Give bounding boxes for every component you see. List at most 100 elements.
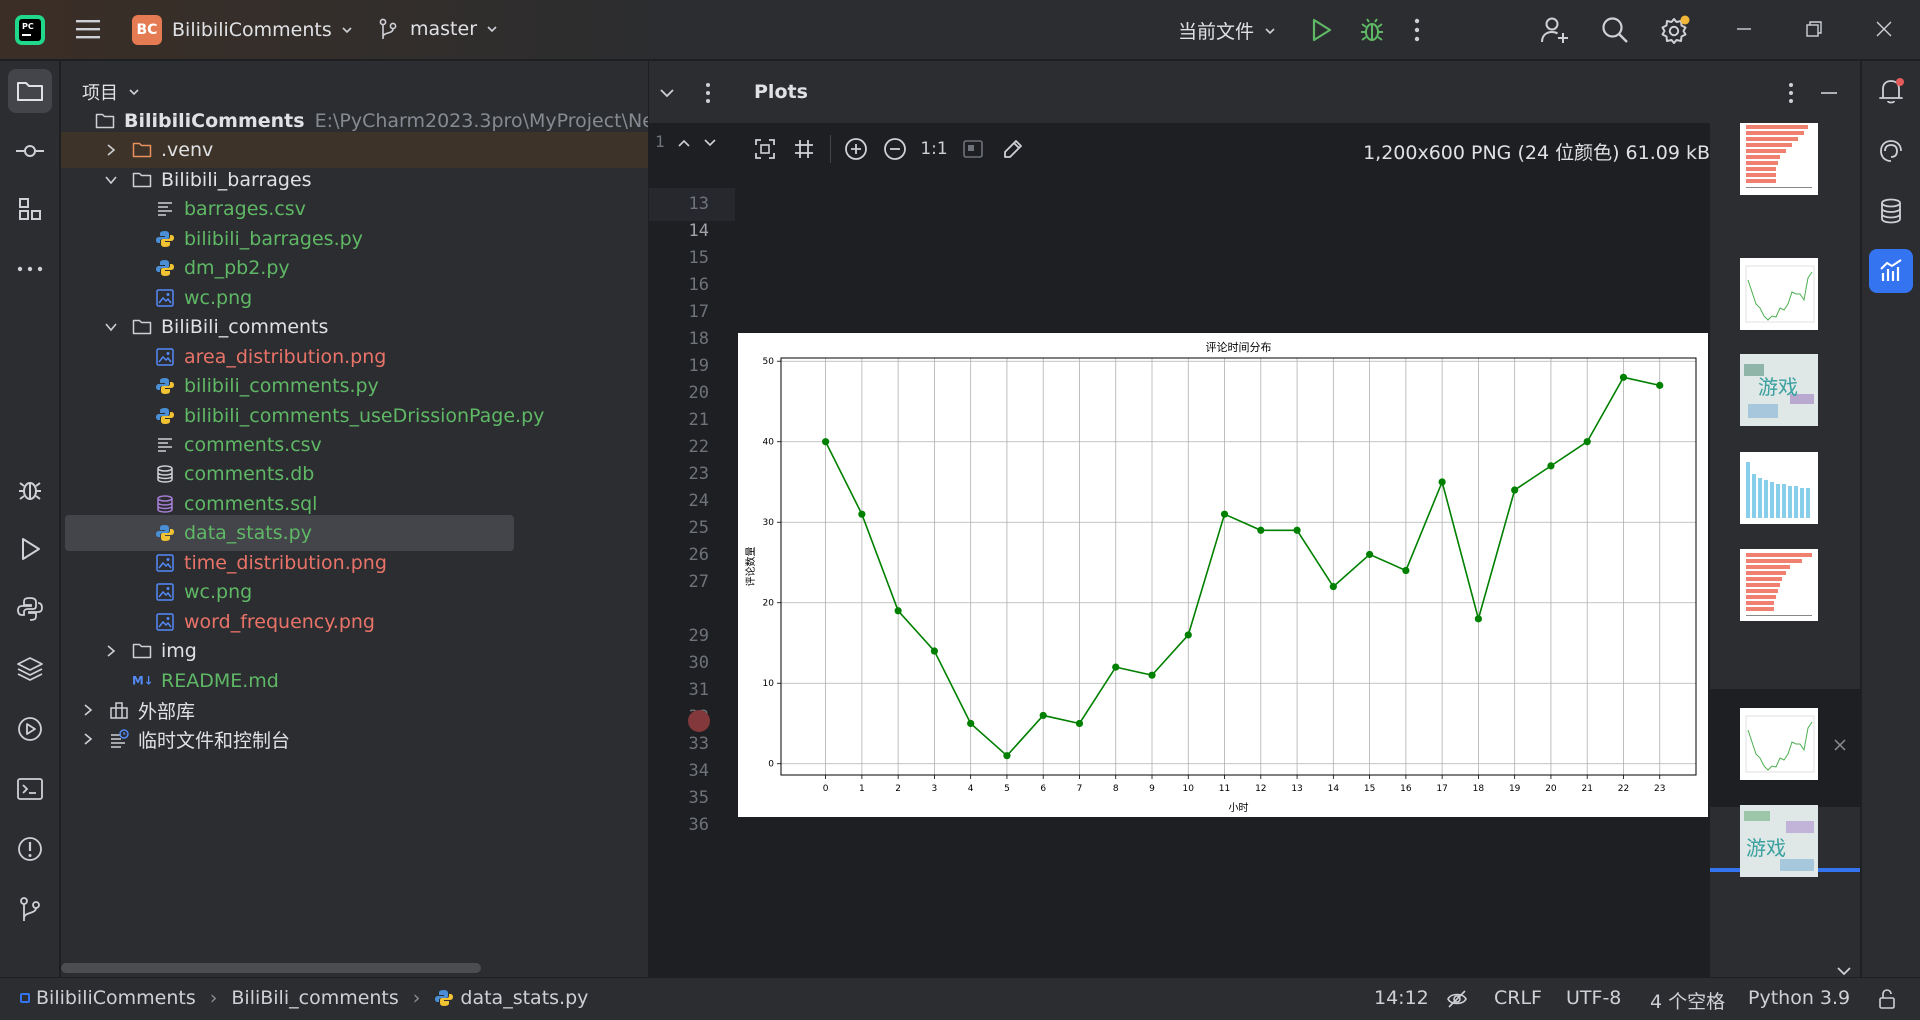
chevron-right-icon[interactable] (104, 644, 118, 658)
project-panel: 项目 BilibiliComments E:\PyCharm2023.3pro\M… (61, 61, 648, 977)
data-point (1547, 462, 1555, 470)
breadcrumb-file[interactable]: data_stats.py (460, 987, 588, 1009)
chevron-down-icon[interactable] (104, 173, 118, 187)
run-button[interactable] (1309, 17, 1333, 43)
run-tool-button[interactable] (8, 527, 52, 571)
breadcrumb-folder[interactable]: BiliBili_comments (231, 987, 398, 1009)
terminal-tool-button[interactable] (8, 767, 52, 811)
problems-tool-button[interactable] (8, 827, 52, 871)
search-button[interactable] (1600, 15, 1630, 45)
tree-item-label: 外部库 (138, 700, 196, 723)
zoom-in-button[interactable] (840, 133, 872, 165)
line-number: 23 (688, 464, 709, 484)
debug-tool-button[interactable] (8, 467, 52, 511)
zoom-in-icon (845, 138, 867, 160)
structure-tool-button[interactable] (8, 187, 52, 231)
branch-name: master (410, 18, 478, 40)
data-point (930, 647, 939, 655)
zoom-out-button[interactable] (879, 133, 911, 165)
python-interpreter[interactable]: Python 3.9 (1748, 987, 1850, 1009)
breakpoint-icon[interactable] (688, 710, 710, 732)
actual-size-button[interactable]: 1:1 (918, 133, 950, 165)
plot-thumbnail-selected[interactable] (1740, 708, 1818, 780)
tree-item-label: bilibili_barrages.py (184, 227, 363, 250)
plot-thumbnail[interactable] (1740, 549, 1818, 621)
hide-panel-icon[interactable] (1819, 85, 1839, 101)
fit-zoom-button[interactable] (749, 133, 781, 165)
commit-tool-button[interactable] (8, 129, 52, 173)
chevron-right-icon[interactable] (81, 703, 95, 717)
file-encoding[interactable]: UTF-8 (1566, 987, 1621, 1009)
plot-thumbnails: 游戏 游戏 (1710, 123, 1860, 989)
more-actions-button[interactable] (1413, 17, 1421, 43)
notifications-button[interactable] (1869, 69, 1913, 113)
chevron-right-icon: › (412, 987, 421, 1009)
ai-assistant-button[interactable] (1869, 129, 1913, 173)
line-number: 36 (688, 815, 709, 835)
more-tools-button[interactable] (8, 247, 52, 291)
power-save-button[interactable] (1446, 989, 1468, 1009)
run-config-selector[interactable]: 当前文件 (1178, 17, 1276, 44)
data-point (1511, 486, 1519, 494)
breadcrumb-project[interactable]: BilibiliComments (36, 987, 196, 1009)
project-tool-button[interactable] (8, 69, 52, 113)
terminal-icon (17, 778, 43, 800)
x-tick-label: 19 (1509, 784, 1521, 794)
line-separator[interactable]: CRLF (1494, 987, 1542, 1009)
restore-window-button[interactable] (1804, 19, 1824, 39)
chart-title: 评论时间分布 (1206, 340, 1272, 354)
x-tick-label: 5 (1004, 784, 1010, 794)
debug-button[interactable] (1359, 16, 1385, 44)
chevron-down-icon[interactable] (659, 85, 675, 101)
close-icon[interactable] (1833, 738, 1847, 752)
minimize-window-button[interactable] (1734, 19, 1754, 39)
horizontal-scrollbar[interactable] (61, 963, 481, 973)
chevron-down-icon[interactable] (104, 320, 118, 334)
chevron-down-icon[interactable] (128, 86, 140, 98)
main-menu-icon[interactable] (74, 16, 102, 42)
fold-line-number: 1 (655, 132, 665, 151)
plot-thumbnail[interactable]: 游戏 (1740, 354, 1818, 426)
project-switcher[interactable]: BC BilibiliComments (132, 15, 353, 45)
version-control-tool-button[interactable] (8, 887, 52, 931)
close-window-button[interactable] (1874, 19, 1894, 39)
chevron-down-icon[interactable] (1836, 965, 1852, 977)
folder-icon (132, 170, 152, 190)
word-cloud-thumbnail: 游戏 (1740, 805, 1818, 877)
read-only-toggle[interactable] (1876, 988, 1898, 1010)
plot-thumbnail[interactable] (1740, 258, 1818, 330)
chevron-right-icon[interactable] (81, 732, 95, 746)
y-tick-label: 20 (763, 599, 775, 609)
plot-thumbnail[interactable] (1740, 123, 1818, 195)
plots-tool-button[interactable] (1869, 249, 1913, 293)
more-vertical-icon[interactable] (1787, 81, 1795, 105)
tree-item[interactable]: 临时文件和控制台 (61, 721, 648, 757)
chevron-down-icon[interactable] (703, 137, 717, 149)
settings-button[interactable] (1659, 14, 1691, 46)
chevron-right-icon[interactable] (104, 143, 118, 157)
indent-setting[interactable]: 4 个空格 (1650, 987, 1725, 1014)
plot-thumbnail[interactable]: 游戏 (1740, 805, 1818, 877)
python-packages-tool-button[interactable] (8, 587, 52, 631)
layers-tool-button[interactable] (8, 647, 52, 691)
database-button[interactable] (1869, 189, 1913, 233)
branch-switcher[interactable]: master (378, 17, 498, 41)
grid-toggle-button[interactable] (788, 133, 820, 165)
code-with-me-button[interactable] (1540, 15, 1570, 45)
project-panel-title[interactable]: 项目 (82, 79, 118, 105)
caret-position[interactable]: 14:12 (1374, 987, 1429, 1009)
x-tick-label: 7 (1077, 784, 1083, 794)
chevron-up-icon[interactable] (677, 137, 691, 149)
folder-icon (132, 641, 152, 661)
pycharm-logo-icon[interactable]: PC (14, 14, 46, 46)
eyedropper-icon (1004, 140, 1022, 158)
plot-thumbnail[interactable] (1740, 452, 1818, 524)
status-bar: BilibiliComments › BiliBili_comments › d… (0, 977, 1920, 1020)
services-tool-button[interactable] (8, 707, 52, 751)
bell-icon (1879, 78, 1904, 104)
time-distribution-chart: 0 1 2 3 4 5 6 7 8 9 10 11 12 13 14 15 16 17 18 19 20 21 22 2301… (744, 340, 1697, 814)
tree-item-label: 临时文件和控制台 (138, 729, 291, 752)
more-vertical-icon[interactable] (704, 81, 712, 105)
color-picker-button[interactable] (997, 133, 1029, 165)
background-toggle-button[interactable] (957, 133, 989, 165)
